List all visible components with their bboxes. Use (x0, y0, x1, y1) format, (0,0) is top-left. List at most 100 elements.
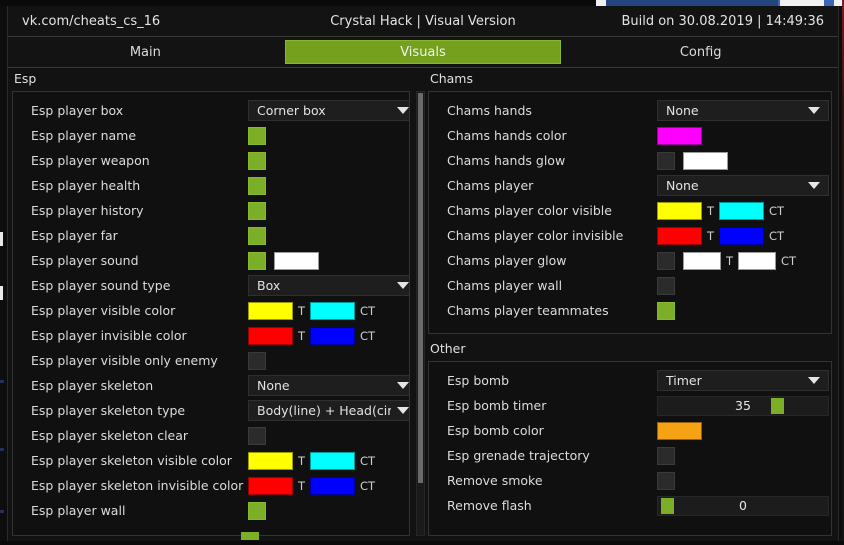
control-esp-player-skeleton-visible-color: TCT (248, 452, 380, 470)
esp-grenade-trajectory-checkbox[interactable] (657, 447, 675, 465)
esp-player-invisible-color-t-color-swatch[interactable] (248, 327, 293, 345)
edge-artifact (0, 232, 3, 246)
control-esp-bomb-color (657, 422, 702, 440)
control-esp-player-visible-only-enemy (248, 352, 266, 370)
control-chams-hands-glow (657, 152, 728, 170)
control-chams-hands-color (657, 127, 702, 145)
control-chams-player-color-invisible: TCT (657, 227, 789, 245)
group-other-frame: Esp bombTimerEsp bomb timer35Esp bomb co… (428, 361, 832, 536)
esp-player-history-checkbox[interactable] (248, 202, 266, 220)
tab-main[interactable]: Main (8, 40, 283, 64)
label-esp-player-box: Esp player box (13, 103, 123, 118)
esp-player-skeleton-invisible-color-ct-color-swatch[interactable] (310, 477, 355, 495)
label-esp-player-skeleton-type: Esp player skeleton type (13, 403, 185, 418)
clipped-checkbox[interactable] (241, 532, 259, 540)
esp-player-invisible-color-ct-label: CT (355, 329, 380, 343)
label-chams-player-wall: Chams player wall (429, 278, 562, 293)
chevron-down-icon (397, 407, 409, 414)
esp-player-weapon-checkbox[interactable] (248, 152, 266, 170)
row-esp-player-wall: Esp player wall (13, 498, 409, 523)
remove-flash-slider-value: 0 (658, 497, 828, 515)
bottom-sliver (0, 541, 844, 545)
control-esp-player-weapon (248, 152, 266, 170)
row-chams-hands-glow: Chams hands glow (429, 148, 831, 173)
esp-player-far-checkbox[interactable] (248, 227, 266, 245)
row-esp-player-skeleton: Esp player skeletonNone (13, 373, 409, 398)
esp-player-skeleton-dropdown[interactable]: None (248, 375, 410, 396)
chams-hands-dropdown[interactable]: None (657, 100, 829, 121)
label-esp-player-name: Esp player name (13, 128, 136, 143)
chams-player-glow-t-color-swatch[interactable] (683, 252, 721, 270)
chams-player-wall-checkbox[interactable] (657, 277, 675, 295)
chams-player-glow-checkbox[interactable] (657, 252, 675, 270)
edge-artifact (0, 380, 4, 383)
chams-player-dropdown[interactable]: None (657, 175, 829, 196)
remove-flash-slider[interactable]: 0 (657, 496, 829, 516)
label-esp-player-skeleton-visible-color: Esp player skeleton visible color (13, 453, 232, 468)
row-esp-player-box: Esp player box Corner box (13, 98, 409, 123)
edge-artifact (0, 510, 4, 513)
row-chams-player-color-invisible: Chams player color invisibleTCT (429, 223, 831, 248)
chams-player-color-invisible-ct-color-swatch[interactable] (719, 227, 764, 245)
label-chams-hands-color: Chams hands color (429, 128, 567, 143)
row-esp-player-health: Esp player health (13, 173, 409, 198)
esp-player-visible-color-t-color-swatch[interactable] (248, 302, 293, 320)
esp-player-sound-type-dropdown[interactable]: Box (248, 275, 410, 296)
label-remove-flash: Remove flash (429, 498, 532, 513)
chams-hands-glow-checkbox[interactable] (657, 152, 675, 170)
esp-row-list: Esp player box Corner box Esp player name E… (13, 98, 409, 523)
control-chams-hands: None (657, 100, 829, 121)
label-chams-player: Chams player (429, 178, 533, 193)
esp-player-skeleton-visible-color-ct-color-swatch[interactable] (310, 452, 355, 470)
esp-player-invisible-color-ct-color-swatch[interactable] (310, 327, 355, 345)
chams-player-dropdown-value: None (666, 178, 802, 193)
esp-player-name-checkbox[interactable] (248, 127, 266, 145)
row-esp-player-visible-only-enemy: Esp player visible only enemy (13, 348, 409, 373)
application-window: vk.com/cheats_cs_16 Crystal Hack | Visua… (0, 0, 844, 545)
row-esp-player-skeleton-visible-color: Esp player skeleton visible color TCT (13, 448, 409, 473)
tab-config[interactable]: Config (563, 40, 838, 64)
esp-bomb-timer-slider[interactable]: 35 (657, 396, 829, 416)
row-esp-player-far: Esp player far (13, 223, 409, 248)
group-esp: Esp Esp player boxCorner boxEsp player n… (8, 72, 414, 538)
esp-player-skeleton-visible-color-t-color-swatch[interactable] (248, 452, 293, 470)
chevron-down-icon (397, 382, 409, 389)
esp-player-health-checkbox[interactable] (248, 177, 266, 195)
esp-player-skeleton-visible-color-t-label: T (293, 454, 310, 468)
esp-player-skeleton-invisible-color-t-color-swatch[interactable] (248, 477, 293, 495)
control-chams-player-wall (657, 277, 675, 295)
chams-player-color-visible-ct-color-swatch[interactable] (719, 202, 764, 220)
chevron-down-icon (397, 282, 409, 289)
esp-player-skeleton-type-dropdown[interactable]: Body(line) + Head(circle) (248, 400, 410, 421)
label-esp-player-sound-type: Esp player sound type (13, 278, 170, 293)
esp-bomb-color-color-swatch[interactable] (657, 422, 702, 440)
esp-player-visible-only-enemy-checkbox[interactable] (248, 352, 266, 370)
esp-player-visible-color-ct-color-swatch[interactable] (310, 302, 355, 320)
chams-player-color-invisible-t-color-swatch[interactable] (657, 227, 702, 245)
tab-bar: Main Visuals Config (8, 37, 838, 68)
window-frame: vk.com/cheats_cs_16 Crystal Hack | Visua… (7, 6, 839, 543)
chams-hands-dropdown-value: None (666, 103, 802, 118)
chams-player-teammates-checkbox[interactable] (657, 302, 675, 320)
title-bar: vk.com/cheats_cs_16 Crystal Hack | Visua… (8, 6, 838, 37)
esp-player-sound-color-swatch[interactable] (274, 252, 319, 270)
group-chams-frame: Chams handsNoneChams hands colorChams ha… (428, 91, 832, 334)
chams-player-color-visible-t-color-swatch[interactable] (657, 202, 702, 220)
row-esp-player-skeleton-type: Esp player skeleton type Body(line) + Hea… (13, 398, 409, 423)
esp-player-sound-checkbox[interactable] (248, 252, 266, 270)
vk-link[interactable]: vk.com/cheats_cs_16 (22, 14, 160, 29)
label-esp-player-visible-color: Esp player visible color (13, 303, 175, 318)
control-esp-player-skeleton-type: Body(line) + Head(circle) (248, 400, 410, 421)
tab-visuals-label: Visuals (400, 45, 446, 60)
esp-player-skeleton-invisible-color-t-label: T (293, 479, 310, 493)
esp-bomb-dropdown[interactable]: Timer (657, 370, 829, 391)
esp-player-wall-checkbox[interactable] (248, 502, 266, 520)
esp-player-skeleton-clear-checkbox[interactable] (248, 427, 266, 445)
chams-hands-color-color-swatch[interactable] (657, 127, 702, 145)
tab-visuals[interactable]: Visuals (285, 40, 562, 64)
remove-smoke-checkbox[interactable] (657, 472, 675, 490)
esp-player-box-dropdown[interactable]: Corner box (248, 100, 410, 121)
chams-player-glow-ct-color-swatch[interactable] (738, 252, 776, 270)
chams-hands-glow-color-swatch[interactable] (683, 152, 728, 170)
control-chams-player-color-visible: TCT (657, 202, 789, 220)
